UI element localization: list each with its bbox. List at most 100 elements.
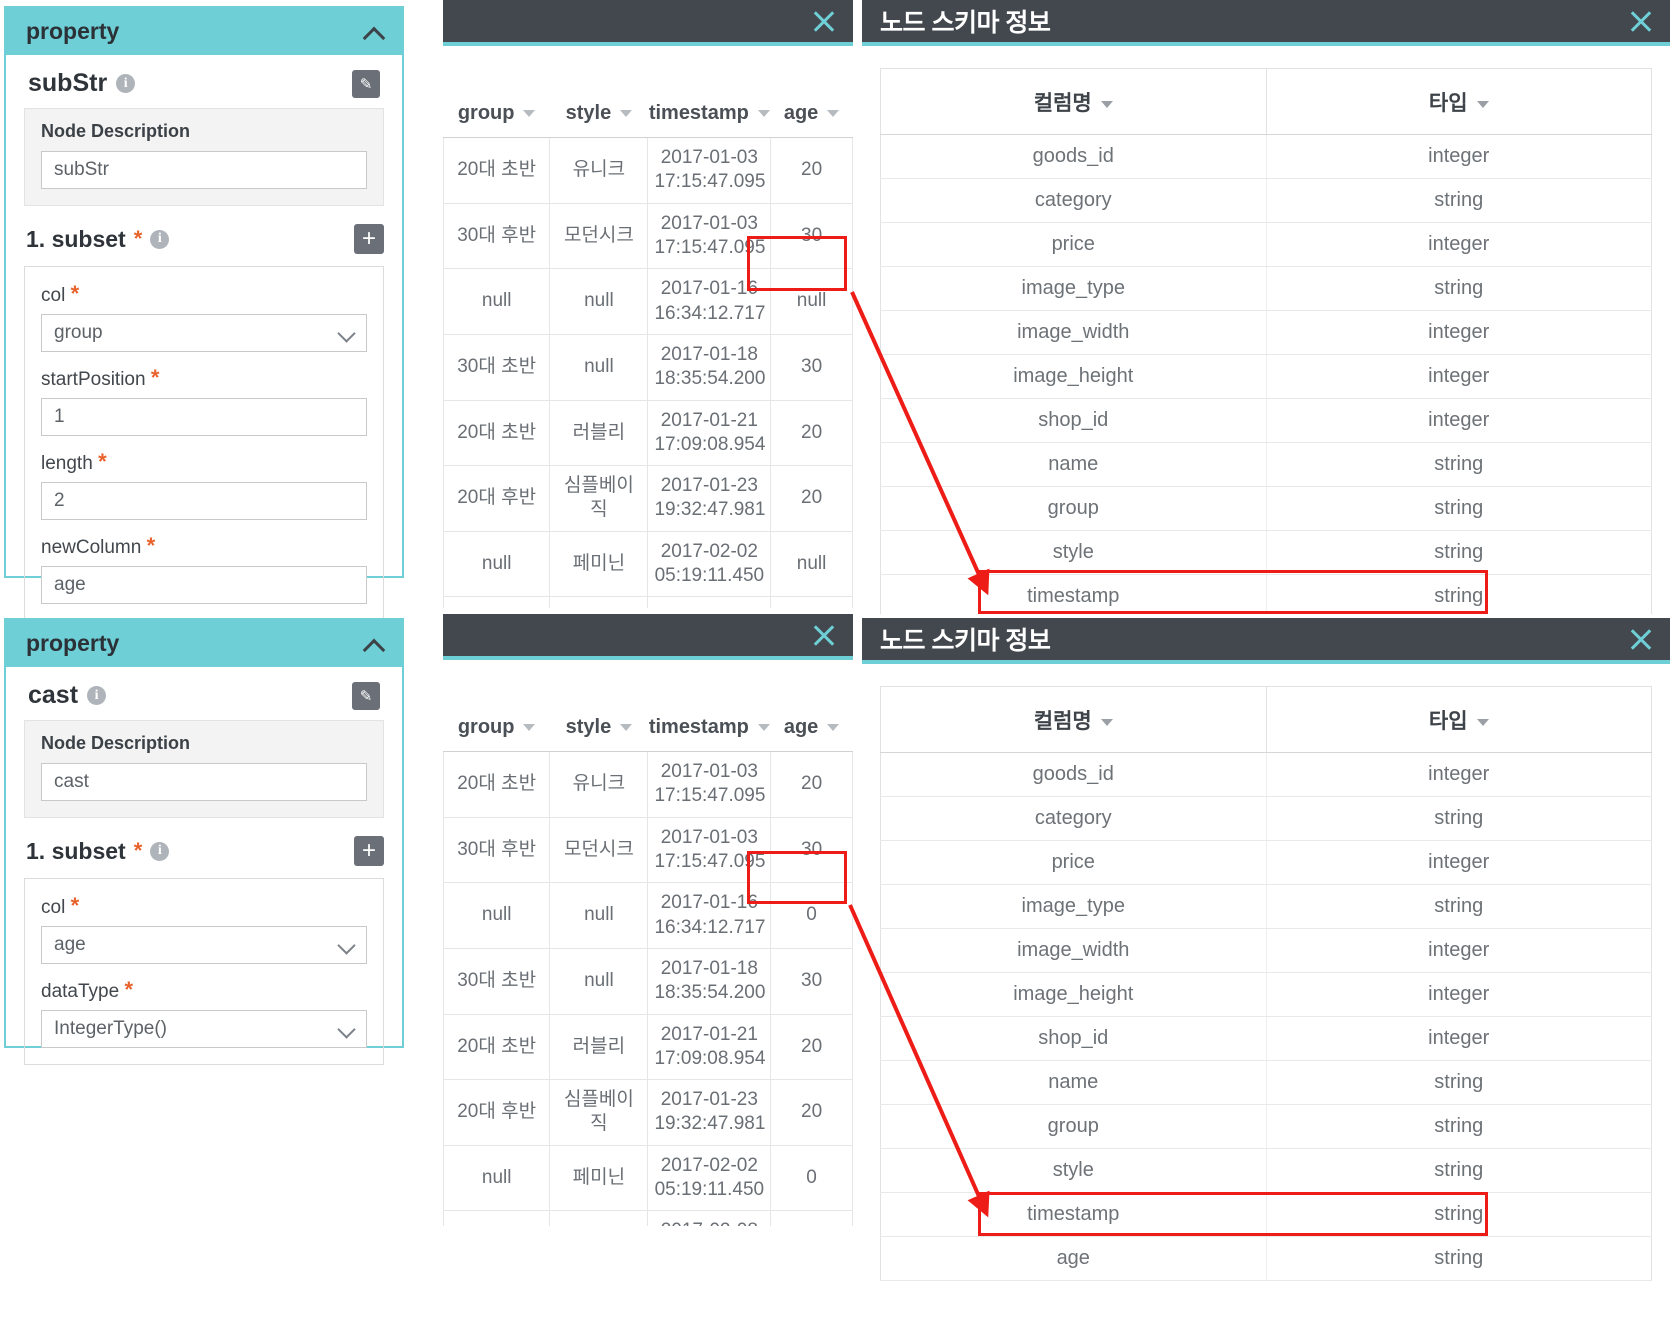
schema-row-age[interactable]: age string <box>880 1236 1652 1281</box>
cell-date: 2017-01-16 <box>660 892 758 914</box>
length-input[interactable] <box>41 482 367 520</box>
table-row[interactable]: null 페미닌 2017-02-02 05:19:11.450 null <box>443 531 853 598</box>
schema-row[interactable]: goods_id integer <box>880 752 1652 797</box>
column-header-style[interactable]: style <box>549 702 648 752</box>
cell-style: 러블리 <box>549 400 649 467</box>
table-row[interactable]: 20대 초반 유니크 2017-01-03 17:15:47.095 20 <box>443 137 853 204</box>
schema-row[interactable]: image_width integer <box>880 310 1652 355</box>
schema-row[interactable]: price integer <box>880 222 1652 267</box>
column-header-timestamp[interactable]: timestamp <box>647 88 771 138</box>
table-row[interactable]: 30대 초반 null 2017-01-18 18:35:54.200 30 <box>443 948 853 1015</box>
sort-caret-icon[interactable] <box>827 110 840 118</box>
table-row[interactable]: 20대 후반 심플베이직 2017-01-23 19:32:47.981 20 <box>443 1079 853 1146</box>
column-header-style[interactable]: style <box>549 88 648 138</box>
column-header-group[interactable]: group <box>443 88 550 138</box>
cell-timestamp: 2017-01-21 17:09:08.954 <box>647 400 772 467</box>
schema-row[interactable]: image_type string <box>880 884 1652 929</box>
schema-row[interactable]: shop_id integer <box>880 398 1652 443</box>
schema-cell-name: timestamp <box>880 574 1267 614</box>
sort-caret-icon[interactable] <box>620 110 633 118</box>
close-icon[interactable] <box>1626 6 1656 36</box>
datatype-select[interactable] <box>41 1010 367 1048</box>
sort-caret-icon[interactable] <box>620 724 633 732</box>
sort-caret-icon[interactable] <box>523 110 536 118</box>
info-icon[interactable]: i <box>87 686 107 705</box>
schema-column-header-type[interactable]: 타입 <box>1265 68 1652 135</box>
sort-caret-icon[interactable] <box>757 110 770 118</box>
schema-row[interactable]: group string <box>880 1104 1652 1149</box>
schema-column-header-type[interactable]: 타입 <box>1265 686 1652 753</box>
column-header-age[interactable]: age <box>770 88 853 138</box>
schema-row[interactable]: group string <box>880 486 1652 531</box>
table-row[interactable]: 30대 후반 모던시크 2017-01-03 17:15:47.095 30 <box>443 203 853 270</box>
node-description-input[interactable] <box>41 151 367 189</box>
schema-cell-name: age <box>880 1236 1267 1281</box>
table-row[interactable]: 20대 초반 러블리 2017-01-21 17:09:08.954 20 <box>443 400 853 467</box>
node-description-input[interactable] <box>41 763 367 801</box>
close-icon[interactable] <box>809 620 839 650</box>
schema-row[interactable]: style string <box>880 530 1652 575</box>
sort-caret-icon[interactable] <box>757 724 770 732</box>
schema-row[interactable]: name string <box>880 1060 1652 1105</box>
edit-pencil-icon[interactable]: ✎ <box>352 681 380 710</box>
add-subset-button[interactable]: + <box>354 836 384 866</box>
newcolumn-input[interactable] <box>41 566 367 604</box>
add-subset-button[interactable]: + <box>354 224 384 254</box>
col-select[interactable] <box>41 926 367 964</box>
cell-time: 18:35:54.200 <box>654 368 766 390</box>
info-icon[interactable]: i <box>116 74 136 93</box>
cell-timestamp: 2017-01-21 17:09:08.954 <box>647 1014 772 1081</box>
sort-caret-icon[interactable] <box>1100 718 1113 726</box>
table-row[interactable]: null 페미닌 2017-02-02 05:19:11.450 0 <box>443 1145 853 1212</box>
schema-row[interactable]: image_height integer <box>880 354 1652 399</box>
subset-fields-box: col * dataType * <box>24 878 384 1065</box>
chevron-up-icon[interactable] <box>364 637 384 650</box>
schema-row[interactable]: category string <box>880 796 1652 841</box>
schema-cell-name: image_height <box>880 354 1267 399</box>
schema-column-header-name[interactable]: 컬럼명 <box>880 686 1267 753</box>
schema-row[interactable]: goods_id integer <box>880 134 1652 179</box>
schema-row[interactable]: image_width integer <box>880 928 1652 973</box>
table-row[interactable]: null null 2017-01-16 16:34:12.717 null <box>443 268 853 335</box>
column-header-timestamp[interactable]: timestamp <box>647 702 771 752</box>
cell-timestamp: 2017-01-03 17:15:47.095 <box>647 751 772 818</box>
schema-row[interactable]: price integer <box>880 840 1652 885</box>
property-panel-header[interactable]: property <box>6 8 402 55</box>
schema-row[interactable]: image_height integer <box>880 972 1652 1017</box>
table-row[interactable]: 20대 초반 러블리 2017-01-21 17:09:08.954 20 <box>443 1014 853 1081</box>
table-row[interactable]: 20대 후반 심플베이직 2017-01-23 19:32:47.981 20 <box>443 465 853 532</box>
table-row[interactable]: 20대 중반 섹시글램 2017-02-0817:45:05.765 20 <box>443 1210 853 1226</box>
schema-row[interactable]: shop_id integer <box>880 1016 1652 1061</box>
node-title-left: subStr i <box>28 69 136 98</box>
schema-column-header-name[interactable]: 컬럼명 <box>880 68 1267 135</box>
close-icon[interactable] <box>1626 624 1656 654</box>
close-icon[interactable] <box>809 6 839 36</box>
info-icon[interactable]: i <box>150 229 170 249</box>
table-row[interactable]: 20대 중반 섹시글램 2017-02-0817:45:05.765 20 <box>443 596 853 608</box>
startposition-input[interactable] <box>41 398 367 436</box>
info-icon[interactable]: i <box>150 841 170 861</box>
sort-caret-icon[interactable] <box>523 724 536 732</box>
column-header-text: group <box>457 102 515 124</box>
sort-caret-icon[interactable] <box>1476 100 1489 108</box>
cell-time: 17:09:08.954 <box>654 1047 766 1069</box>
schema-row[interactable]: style string <box>880 1148 1652 1193</box>
sort-caret-icon[interactable] <box>1100 100 1113 108</box>
schema-row[interactable]: name string <box>880 442 1652 487</box>
column-header-age[interactable]: age <box>770 702 853 752</box>
col-select[interactable] <box>41 314 367 352</box>
column-header-group[interactable]: group <box>443 702 550 752</box>
sort-caret-icon[interactable] <box>827 724 840 732</box>
table-row[interactable]: 30대 초반 null 2017-01-18 18:35:54.200 30 <box>443 334 853 401</box>
table-row[interactable]: null null 2017-01-16 16:34:12.717 0 <box>443 882 853 949</box>
schema-row[interactable]: timestamp string <box>880 1192 1652 1237</box>
table-row[interactable]: 20대 초반 유니크 2017-01-03 17:15:47.095 20 <box>443 751 853 818</box>
property-panel-header[interactable]: property <box>6 620 402 667</box>
edit-pencil-icon[interactable]: ✎ <box>352 69 380 98</box>
schema-row[interactable]: timestamp string <box>880 574 1652 614</box>
chevron-up-icon[interactable] <box>364 25 384 38</box>
schema-row[interactable]: image_type string <box>880 266 1652 311</box>
sort-caret-icon[interactable] <box>1476 718 1489 726</box>
schema-row[interactable]: category string <box>880 178 1652 223</box>
table-row[interactable]: 30대 후반 모던시크 2017-01-03 17:15:47.095 30 <box>443 817 853 884</box>
